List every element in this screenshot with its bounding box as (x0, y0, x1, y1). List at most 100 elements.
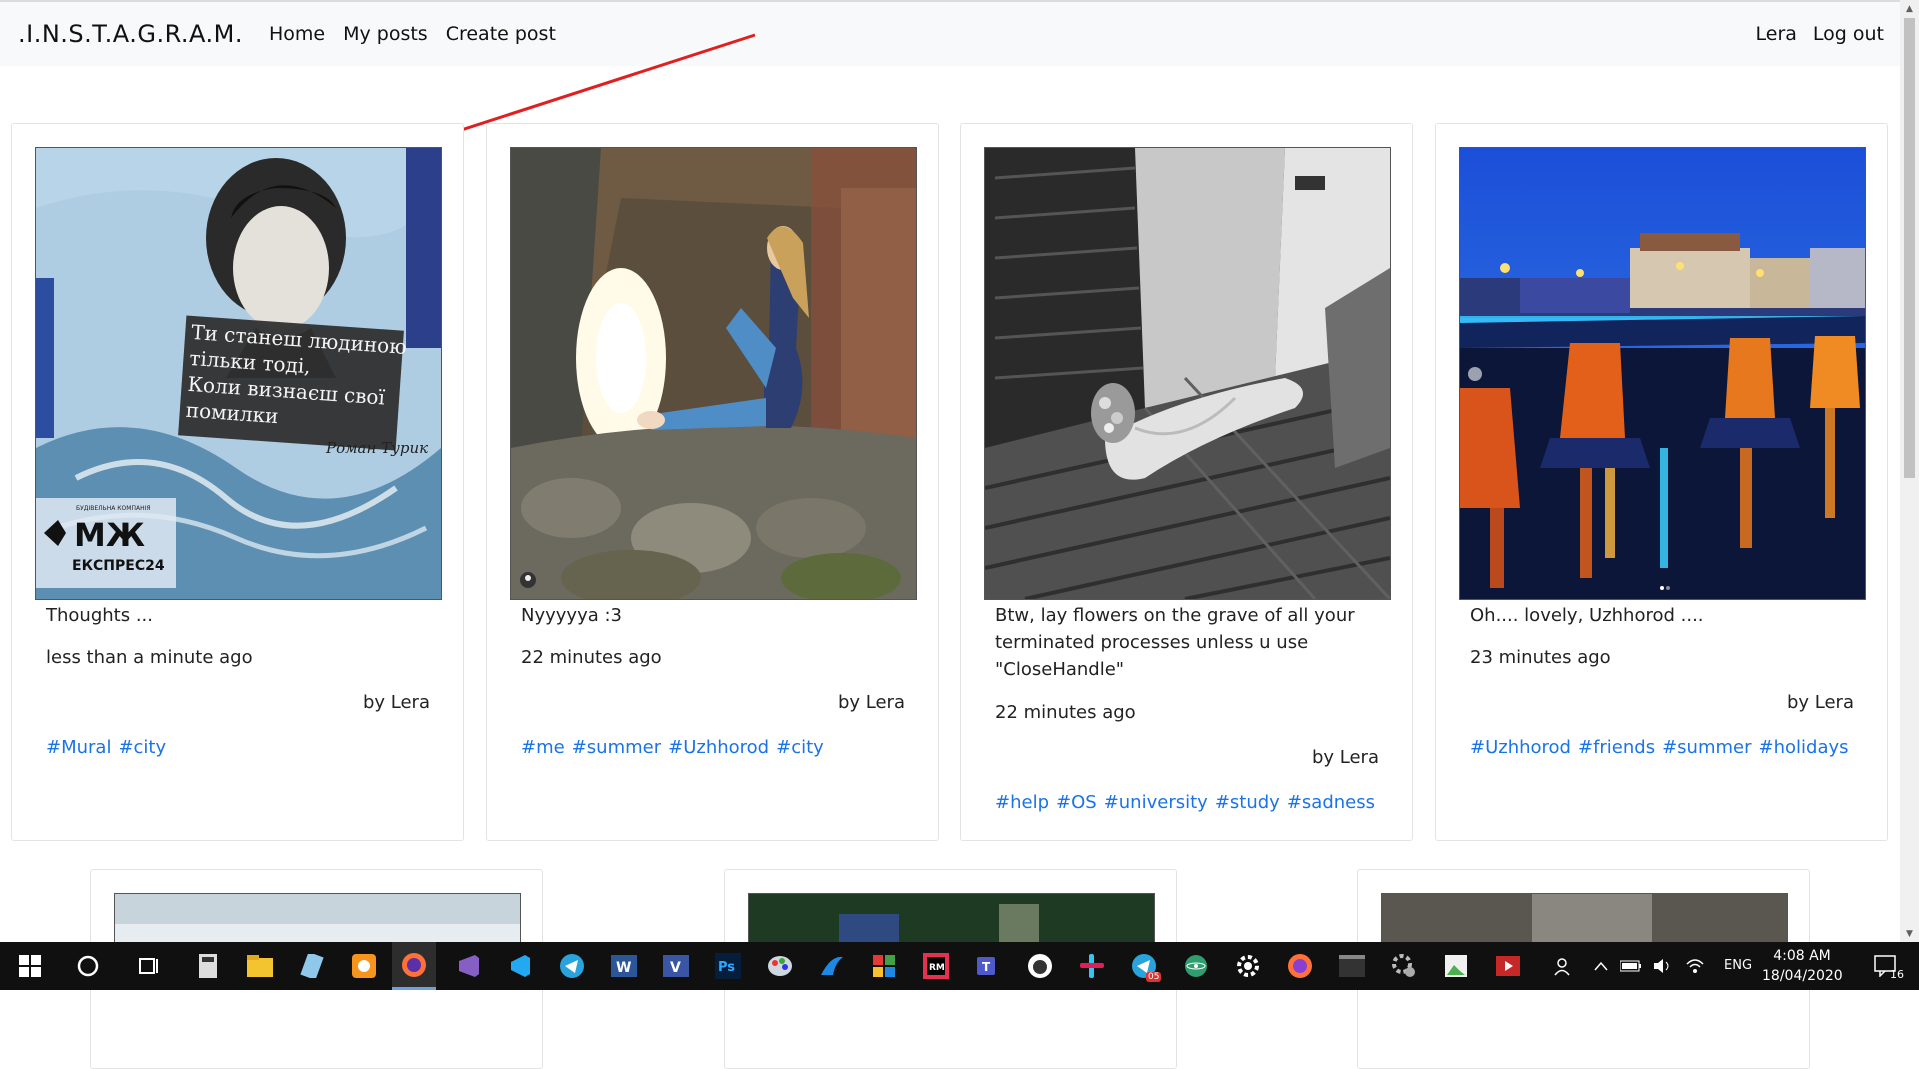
photoshop-icon[interactable]: Ps (706, 942, 750, 990)
mural-logo-top: БУДІВЕЛЬНА КОМПАНІЯ (76, 505, 151, 512)
visio-icon[interactable]: V (654, 942, 698, 990)
clock-date: 18/04/2020 (1762, 968, 1843, 984)
telegram-badge-icon[interactable]: 05 (1122, 942, 1166, 990)
tag-link[interactable]: #sadness (1287, 792, 1375, 813)
notepad-icon[interactable] (290, 942, 334, 990)
atom-icon[interactable] (1174, 942, 1218, 990)
system-clock[interactable]: 4:08 AM 18/04/2020 (1762, 946, 1843, 986)
nav-logout-link[interactable]: Log out (1813, 23, 1884, 45)
nav-my-posts-link[interactable]: My posts (343, 23, 428, 45)
notification-center-icon[interactable]: 16 (1864, 942, 1908, 990)
palette-app-icon[interactable] (862, 942, 906, 990)
mural-signature: Роман Турик (325, 439, 428, 457)
notification-count: 16 (1890, 968, 1904, 981)
post-author: by Lera (837, 692, 905, 713)
tag-link[interactable]: #Mural (46, 737, 111, 758)
post-time: 23 minutes ago (1470, 647, 1611, 668)
scroll-down-icon[interactable]: ▼ (1900, 925, 1919, 942)
post-image-flowers-stairs[interactable] (984, 147, 1391, 600)
svg-text:RM: RM (929, 963, 945, 973)
post-time: less than a minute ago (46, 647, 253, 668)
post-tags: #Mural #city (46, 737, 173, 758)
tag-link[interactable]: #me (521, 737, 565, 758)
nav-create-post-link[interactable]: Create post (446, 23, 556, 45)
post-author: by Lera (1786, 692, 1854, 713)
tag-link[interactable]: #OS (1056, 792, 1097, 813)
navbar: .I.N.S.T.A.G.R.A.M. Home My posts Create… (0, 2, 1900, 66)
post-caption: Thoughts ... (46, 605, 153, 626)
post-card: Ти станеш людиною тільки тоді, Коли визн… (11, 123, 464, 841)
scratch-app-icon[interactable] (342, 942, 386, 990)
clock-time: 4:08 AM (1773, 948, 1831, 964)
tag-link[interactable]: #city (118, 737, 166, 758)
telegram-icon[interactable] (550, 942, 594, 990)
post-card: Nyyyyya :3 22 minutes ago by Lera #me #su… (486, 123, 939, 841)
mural-logo-bottom: ЕКСПРЕС24 (72, 558, 165, 574)
tag-link[interactable]: #city (776, 737, 824, 758)
telegram-unread-badge: 05 (1146, 972, 1162, 982)
video-app-icon[interactable] (1486, 942, 1530, 990)
nav-user-area: Lera Log out (1756, 23, 1885, 45)
teams-icon[interactable]: T (966, 942, 1010, 990)
post-caption: Btw, lay flowers on the grave of all you… (995, 605, 1355, 680)
tag-link[interactable]: #summer (1662, 737, 1751, 758)
language-indicator[interactable]: ENG (1724, 958, 1752, 973)
settings-icon[interactable] (1226, 942, 1270, 990)
photo-app-icon[interactable] (1434, 942, 1478, 990)
terminal-icon[interactable] (1330, 942, 1374, 990)
firefox-alt-icon[interactable] (1278, 942, 1322, 990)
windows-start-icon[interactable] (8, 942, 52, 990)
tag-link[interactable]: #help (995, 792, 1049, 813)
post-tags: #Uzhhorod #friends #summer #holidays (1470, 737, 1856, 758)
rubymine-icon[interactable]: RM (914, 942, 958, 990)
slack-icon[interactable] (1070, 942, 1114, 990)
nav-user-link[interactable]: Lera (1756, 23, 1797, 45)
wifi-icon[interactable] (1680, 942, 1710, 990)
post-author: by Lera (362, 692, 430, 713)
tag-link[interactable]: #study (1215, 792, 1280, 813)
post-image-girl-ruins[interactable] (510, 147, 917, 600)
people-icon[interactable] (1546, 942, 1582, 990)
shark-app-icon[interactable] (810, 942, 854, 990)
tag-link[interactable]: #holidays (1759, 737, 1849, 758)
services-icon[interactable] (1382, 942, 1426, 990)
tag-link[interactable]: #Uzhhorod (1470, 737, 1571, 758)
post-image-mural[interactable]: Ти станеш людиною тільки тоді, Коли визн… (35, 147, 442, 600)
brand-logo[interactable]: .I.N.S.T.A.G.R.A.M. (18, 20, 243, 48)
tag-link[interactable]: #university (1104, 792, 1208, 813)
calculator-icon[interactable] (186, 942, 230, 990)
chevron-up-icon[interactable] (1588, 942, 1614, 990)
word-icon[interactable]: W (602, 942, 646, 990)
svg-text:Ps: Ps (718, 960, 735, 975)
svg-text:V: V (670, 960, 681, 976)
windows-taskbar: W V Ps RM T 05 ENG 4:08 AM 18/04/2020 16 (0, 942, 1919, 990)
paint-icon[interactable] (758, 942, 802, 990)
task-view-icon[interactable] (127, 942, 171, 990)
mural-logo-main: МЖ (74, 516, 145, 554)
tor-icon[interactable] (1018, 942, 1062, 990)
post-author: by Lera (1311, 747, 1379, 768)
volume-icon[interactable] (1648, 942, 1678, 990)
post-tags: #me #summer #Uzhhorod #city (521, 737, 831, 758)
post-card: Btw, lay flowers on the grave of all you… (960, 123, 1413, 841)
tag-link[interactable]: #friends (1578, 737, 1655, 758)
cortana-icon[interactable] (66, 942, 110, 990)
nav-links: Home My posts Create post (269, 23, 556, 45)
tag-link[interactable]: #summer (572, 737, 661, 758)
post-time: 22 minutes ago (995, 702, 1136, 723)
post-caption: Oh.... lovely, Uzhhorod .... (1470, 605, 1704, 626)
nav-home-link[interactable]: Home (269, 23, 325, 45)
file-explorer-icon[interactable] (238, 942, 282, 990)
scrollbar-thumb[interactable] (1904, 18, 1915, 478)
scroll-up-icon[interactable]: ▲ (1900, 0, 1919, 17)
post-image-uzhhorod-night[interactable] (1459, 147, 1866, 600)
post-caption: Nyyyyya :3 (521, 605, 622, 626)
tag-link[interactable]: #Uzhhorod (668, 737, 769, 758)
battery-icon[interactable] (1616, 942, 1646, 990)
page-scrollbar[interactable]: ▲ ▼ (1900, 0, 1919, 942)
svg-text:W: W (616, 960, 631, 976)
vscode-icon[interactable] (498, 942, 542, 990)
visual-studio-icon[interactable] (446, 942, 490, 990)
post-time: 22 minutes ago (521, 647, 662, 668)
firefox-icon[interactable] (392, 942, 436, 990)
